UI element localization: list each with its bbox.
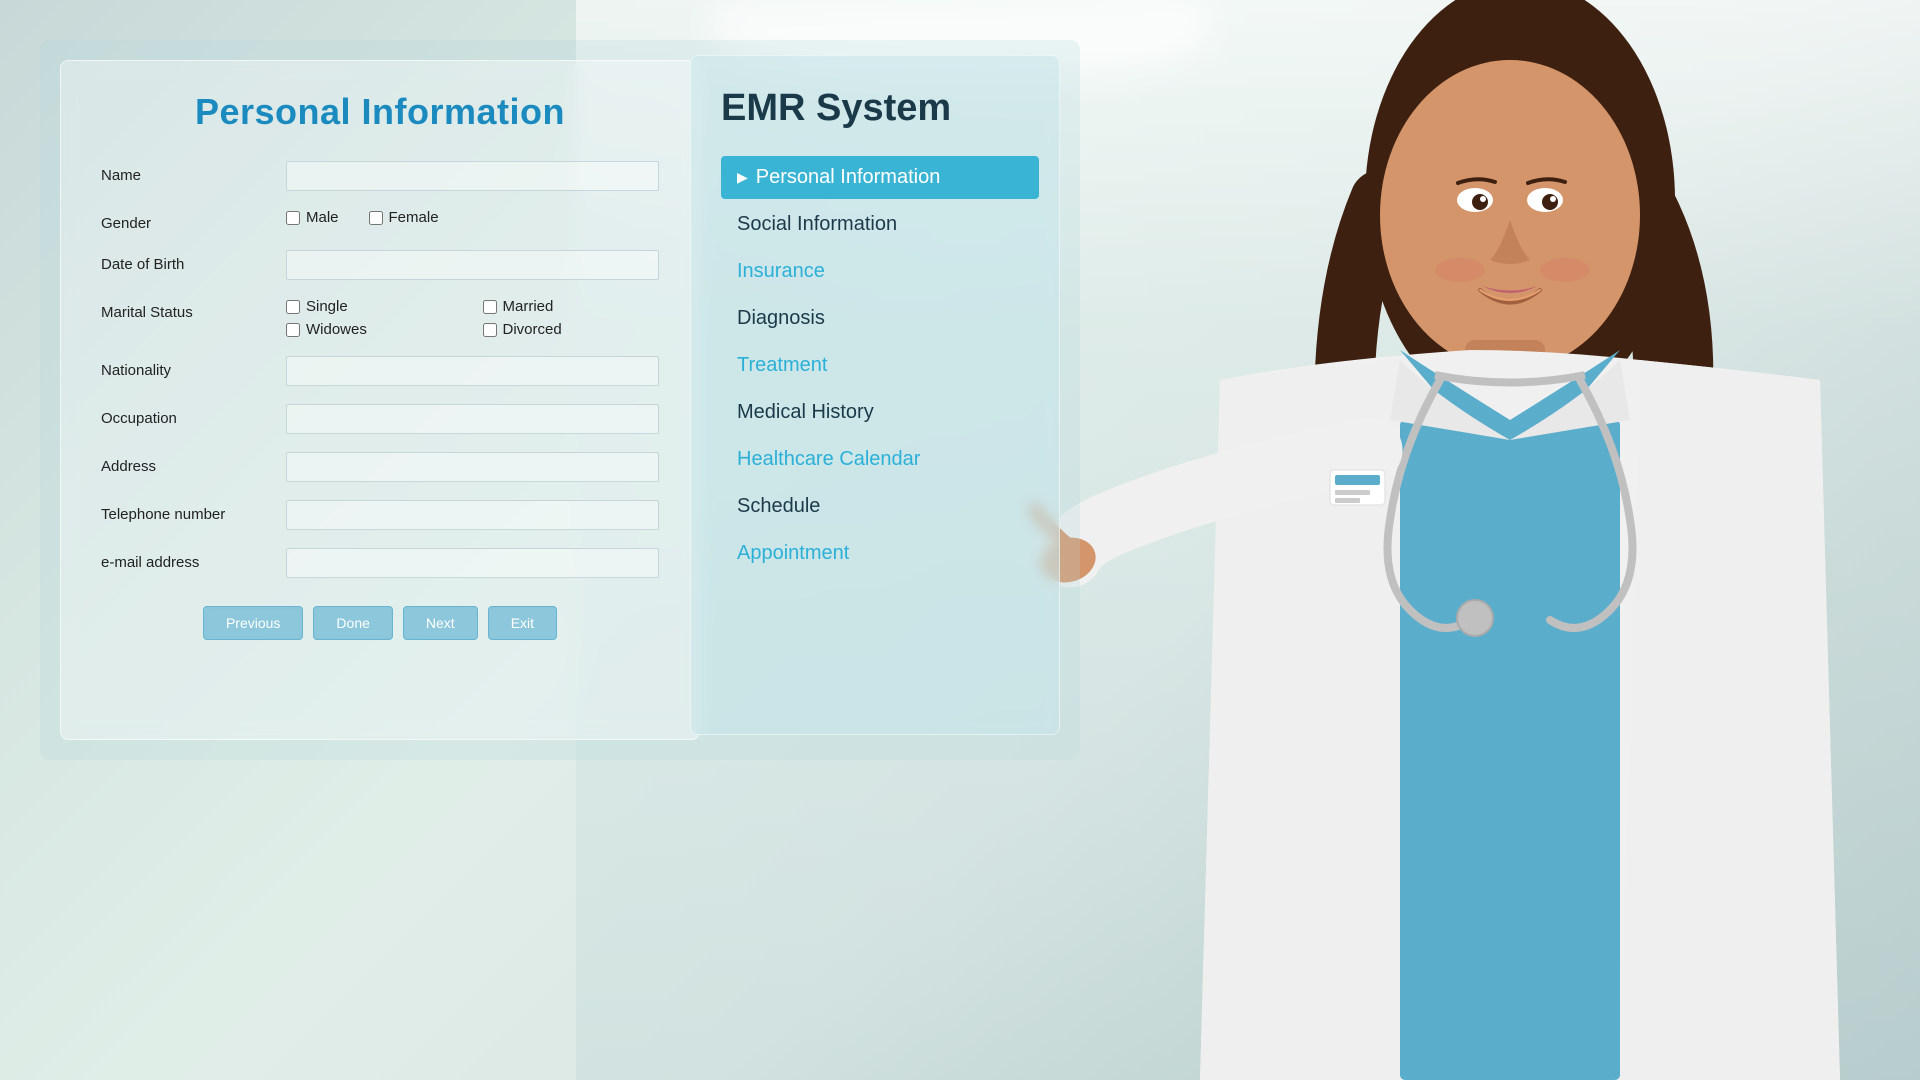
marital-divorced-checkbox[interactable]: [483, 323, 497, 337]
marital-divorced-label: Divorced: [503, 321, 562, 338]
email-input[interactable]: [286, 548, 659, 578]
gender-label: Gender: [101, 209, 286, 232]
gender-female[interactable]: Female: [369, 209, 439, 226]
email-field: [286, 548, 659, 578]
address-label: Address: [101, 452, 286, 475]
emr-menu-medical-history[interactable]: Medical History: [721, 391, 1039, 434]
address-row: Address: [101, 452, 659, 482]
marital-single-checkbox[interactable]: [286, 300, 300, 314]
gender-male-checkbox[interactable]: [286, 211, 300, 225]
personal-information-panel: Personal Information Name Gender Male Fe…: [60, 60, 700, 740]
marital-widowes-label: Widowes: [306, 321, 367, 338]
gender-row: Gender Male Female: [101, 209, 659, 232]
address-input[interactable]: [286, 452, 659, 482]
emr-menu-social-information[interactable]: Social Information: [721, 203, 1039, 246]
emr-menu-insurance[interactable]: Insurance: [721, 250, 1039, 293]
nationality-input[interactable]: [286, 356, 659, 386]
form-buttons: Previous Done Next Exit: [101, 606, 659, 640]
form-title: Personal Information: [101, 91, 659, 133]
emr-menu-diagnosis[interactable]: Diagnosis: [721, 297, 1039, 340]
emr-title: EMR System: [721, 86, 1039, 132]
exit-button[interactable]: Exit: [488, 606, 557, 640]
previous-button[interactable]: Previous: [203, 606, 303, 640]
marital-divorced[interactable]: Divorced: [483, 321, 660, 338]
telephone-input[interactable]: [286, 500, 659, 530]
emr-menu-social-information-label: Social Information: [737, 213, 897, 236]
marital-widowes[interactable]: Widowes: [286, 321, 463, 338]
dob-label: Date of Birth: [101, 250, 286, 273]
address-field: [286, 452, 659, 482]
occupation-label: Occupation: [101, 404, 286, 427]
emr-menu-diagnosis-label: Diagnosis: [737, 307, 825, 330]
email-row: e-mail address: [101, 548, 659, 578]
occupation-field: [286, 404, 659, 434]
marital-married-label: Married: [503, 298, 554, 315]
name-label: Name: [101, 161, 286, 184]
doctor-image: [1020, 0, 1920, 1080]
emr-menu-appointment[interactable]: Appointment: [721, 532, 1039, 575]
marital-field: Single Married Widowes Divorced: [286, 298, 659, 338]
dob-row: Date of Birth: [101, 250, 659, 280]
gender-options: Male Female: [286, 209, 659, 226]
occupation-row: Occupation: [101, 404, 659, 434]
doctor-svg: [1020, 0, 1920, 1080]
marital-row: Marital Status Single Married Widowes Di…: [101, 298, 659, 338]
emr-menu-healthcare-calendar[interactable]: Healthcare Calendar: [721, 438, 1039, 481]
gender-male-label: Male: [306, 209, 339, 226]
emr-menu-treatment-label: Treatment: [737, 354, 827, 377]
email-label: e-mail address: [101, 548, 286, 571]
next-button[interactable]: Next: [403, 606, 478, 640]
nationality-label: Nationality: [101, 356, 286, 379]
emr-menu-medical-history-label: Medical History: [737, 401, 874, 424]
gender-female-checkbox[interactable]: [369, 211, 383, 225]
telephone-label: Telephone number: [101, 500, 286, 523]
marital-widowes-checkbox[interactable]: [286, 323, 300, 337]
marital-label: Marital Status: [101, 298, 286, 321]
name-input[interactable]: [286, 161, 659, 191]
telephone-row: Telephone number: [101, 500, 659, 530]
telephone-field: [286, 500, 659, 530]
gender-female-label: Female: [389, 209, 439, 226]
emr-menu-schedule[interactable]: Schedule: [721, 485, 1039, 528]
emr-menu-treatment[interactable]: Treatment: [721, 344, 1039, 387]
dob-input[interactable]: [286, 250, 659, 280]
name-field: [286, 161, 659, 191]
emr-menu-insurance-label: Insurance: [737, 260, 825, 283]
emr-menu-schedule-label: Schedule: [737, 495, 820, 518]
gender-male[interactable]: Male: [286, 209, 339, 226]
nationality-field: [286, 356, 659, 386]
marital-single-label: Single: [306, 298, 348, 315]
dob-field: [286, 250, 659, 280]
marital-single[interactable]: Single: [286, 298, 463, 315]
marital-married-checkbox[interactable]: [483, 300, 497, 314]
nationality-row: Nationality: [101, 356, 659, 386]
marital-married[interactable]: Married: [483, 298, 660, 315]
emr-menu-appointment-label: Appointment: [737, 542, 849, 565]
emr-panel: EMR System Personal Information Social I…: [690, 55, 1060, 735]
done-button[interactable]: Done: [313, 606, 392, 640]
emr-menu-personal-information[interactable]: Personal Information: [721, 156, 1039, 199]
marital-options: Single Married Widowes Divorced: [286, 298, 659, 338]
gender-field: Male Female: [286, 209, 659, 226]
occupation-input[interactable]: [286, 404, 659, 434]
emr-menu-personal-information-label: Personal Information: [756, 166, 941, 189]
emr-menu-healthcare-calendar-label: Healthcare Calendar: [737, 448, 920, 471]
name-row: Name: [101, 161, 659, 191]
